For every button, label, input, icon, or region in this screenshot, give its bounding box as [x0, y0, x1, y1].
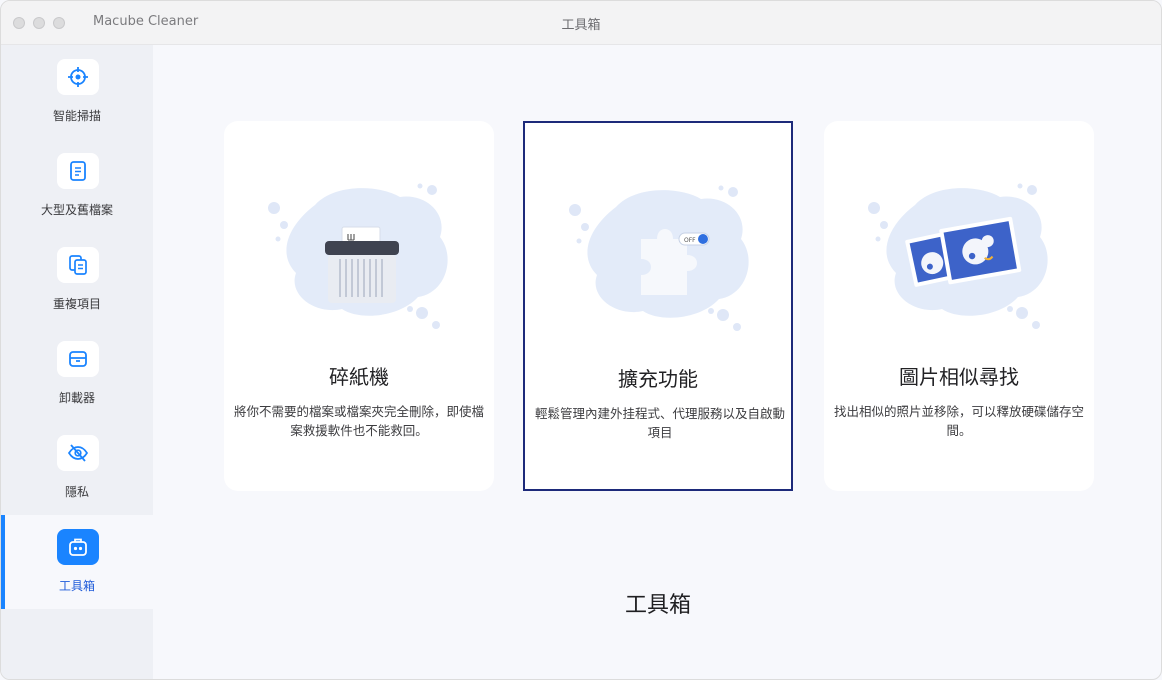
- card-description: 將你不需要的檔案或檔案夾完全刪除，即使檔案救援軟件也不能救回。: [234, 404, 485, 438]
- toolbox-icon: [57, 529, 99, 565]
- file-icon: [57, 153, 99, 189]
- sidebar-item-label: 智能掃描: [52, 109, 101, 123]
- sidebar-item-duplicates[interactable]: 重複項目: [1, 233, 153, 327]
- target-icon: [57, 59, 99, 95]
- similar-photos-card[interactable]: 圖片相似尋找 找出相似的照片並移除，可以釋放硬碟儲存空間。: [824, 121, 1094, 491]
- shredder-card[interactable]: 碎紙機 將你不需要的檔案或檔案夾完全刪除，即使檔案救援軟件也不能救回。: [224, 121, 494, 491]
- card-description: 找出相似的照片並移除，可以釋放硬碟儲存空間。: [834, 404, 1085, 438]
- sidebar-item-label: 隱私: [64, 485, 89, 499]
- card-title: 圖片相似尋找: [899, 365, 1019, 389]
- card-title: 擴充功能: [618, 367, 698, 391]
- section-title: 工具箱: [624, 593, 691, 618]
- sidebar-item-privacy[interactable]: 隱私: [1, 421, 153, 515]
- duplicate-files-icon: [57, 247, 99, 283]
- title-bar: Macube Cleaner 工具箱: [1, 1, 1161, 45]
- puzzle-toggle-illustration: OFF: [561, 177, 761, 337]
- shredder-illustration: [260, 175, 460, 335]
- sidebar-item-toolbox[interactable]: 工具箱: [1, 515, 153, 609]
- window-title: 工具箱: [561, 18, 601, 33]
- photos-illustration: [860, 175, 1060, 335]
- card-description: 輕鬆管理內建外挂程式、代理服務以及自啟動項目: [535, 406, 786, 440]
- toggle-text: OFF: [684, 237, 696, 244]
- main-content: 碎紙機 將你不需要的檔案或檔案夾完全刪除，即使檔案救援軟件也不能救回。 OFF …: [153, 45, 1161, 679]
- sidebar-item-large-old-files[interactable]: 大型及舊檔案: [1, 139, 153, 233]
- extensions-card[interactable]: OFF 擴充功能 輕鬆管理內建外挂程式、代理服務以及自啟動項目: [523, 121, 793, 491]
- sidebar: 智能掃描 大型及舊檔案 重複項目 卸載器 隱私 工具箱: [1, 45, 153, 679]
- box-icon: [57, 341, 99, 377]
- sidebar-item-label: 卸載器: [58, 391, 95, 405]
- sidebar-item-uninstaller[interactable]: 卸載器: [1, 327, 153, 421]
- sidebar-item-label: 工具箱: [58, 579, 95, 593]
- app-window: Macube Cleaner 工具箱 智能掃描 大型及舊檔案 重複項目 卸載器 …: [0, 0, 1162, 680]
- sidebar-item-label: 大型及舊檔案: [40, 203, 113, 217]
- eye-off-icon: [57, 435, 99, 471]
- sidebar-item-smart-scan[interactable]: 智能掃描: [1, 45, 153, 139]
- sidebar-item-label: 重複項目: [52, 297, 101, 311]
- card-title: 碎紙機: [329, 365, 389, 389]
